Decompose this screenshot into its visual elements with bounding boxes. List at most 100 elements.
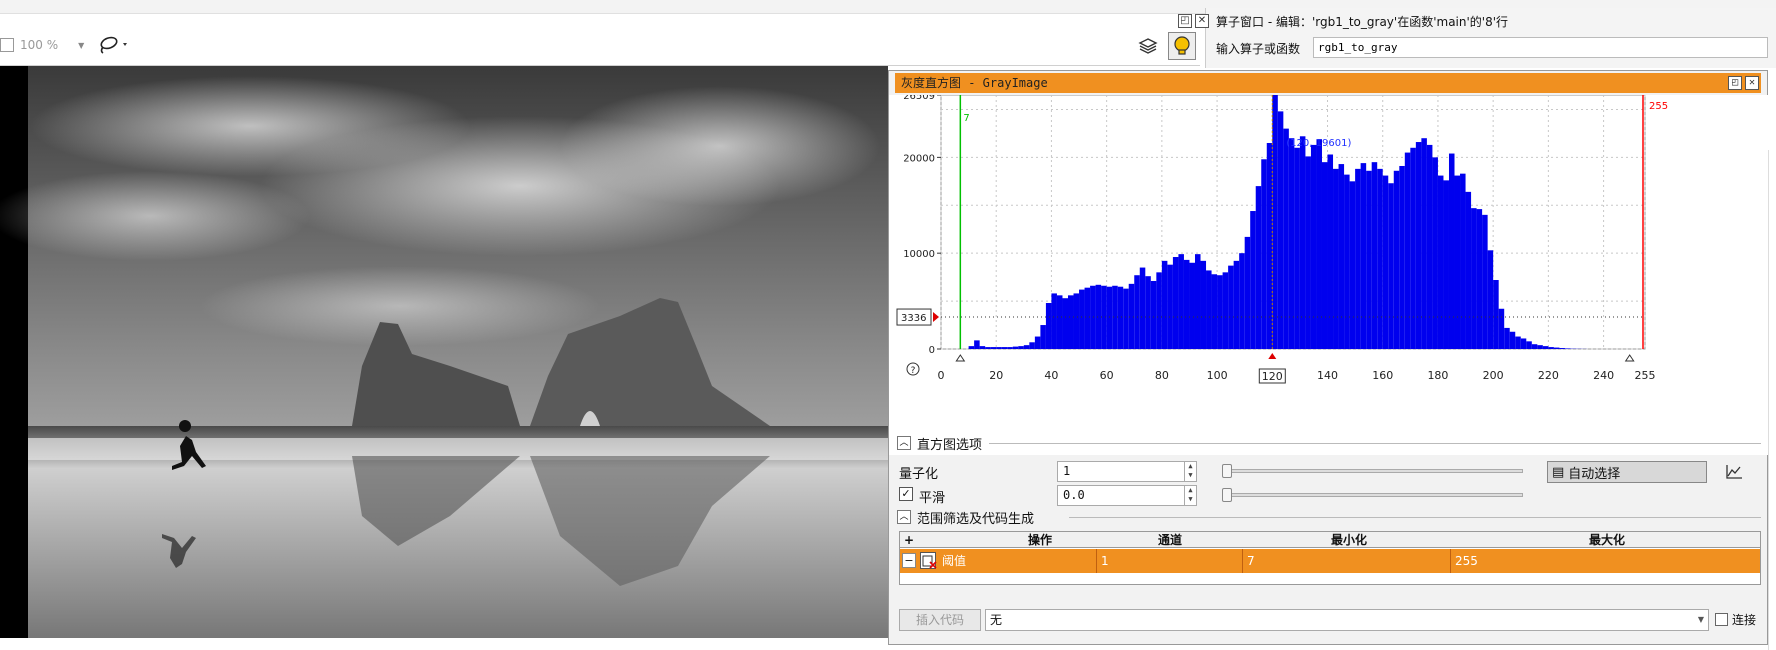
slider-handle[interactable] [1222, 488, 1232, 502]
histogram-bar [1344, 175, 1350, 349]
float-icon[interactable]: ◰ [1178, 14, 1192, 28]
operator-window: 算子窗口 - 编辑：'rgb1_to_gray'在函数'main'的'8'行 输… [1205, 8, 1776, 68]
divider [1069, 517, 1761, 518]
histogram-bar [1383, 176, 1389, 349]
histogram-bar [1272, 95, 1278, 349]
histogram-bar [1107, 287, 1113, 349]
smooth-spinbox[interactable]: 0.0 ▲▼ [1057, 485, 1197, 506]
code-target-combo[interactable]: 无 ▼ [985, 609, 1709, 631]
smooth-label: 平滑 [919, 487, 945, 506]
histogram-bar [1129, 284, 1135, 349]
slider-handle[interactable] [1222, 464, 1232, 478]
section-range-filter[interactable]: ︿ 范围筛选及代码生成 [897, 507, 1034, 527]
y-tick-label: 26509 [903, 95, 935, 102]
histogram-bar [1482, 215, 1488, 349]
section-histogram-options[interactable]: ︿ 直方图选项 [897, 433, 982, 453]
close-icon[interactable]: ✕ [1195, 14, 1209, 28]
histogram-bar [1339, 164, 1345, 349]
layers-icon[interactable] [1136, 34, 1160, 58]
smooth-slider[interactable] [1223, 493, 1523, 497]
histogram-bar [1305, 156, 1311, 349]
histogram-bar [974, 340, 980, 349]
spin-arrows-icon[interactable]: ▲▼ [1184, 462, 1196, 481]
float-icon[interactable]: ◰ [1728, 76, 1742, 90]
histogram-bar [1201, 261, 1207, 349]
histogram-title: 灰度直方图 - GrayImage [901, 76, 1048, 90]
range-table[interactable]: + 操作 通道 最小化 最大化 − 阈值 1 7 255 [899, 531, 1761, 585]
max-threshold-label: 255 [1649, 101, 1668, 112]
table-row[interactable]: − 阈值 1 7 255 [900, 549, 1760, 573]
histogram-bar [1046, 303, 1052, 349]
insert-code-button[interactable]: 插入代码 [899, 609, 981, 631]
h-marker-arrow-icon[interactable] [933, 312, 939, 322]
collapse-icon[interactable]: ︿ [897, 510, 911, 524]
histogram-bar [1543, 346, 1549, 349]
cell-operation[interactable]: 阈值 [938, 549, 1096, 573]
histogram-bar [1140, 268, 1146, 349]
x-tick-label: 160 [1372, 369, 1393, 382]
quantize-label: 量子化 [899, 463, 938, 482]
zoom-icon [0, 38, 14, 52]
graphics-window-image[interactable] [0, 66, 888, 638]
collapse-icon[interactable]: ︿ [897, 436, 911, 450]
max-slider-icon[interactable] [1626, 355, 1634, 361]
histogram-bar [1134, 275, 1140, 349]
histogram-title-bar: 灰度直方图 - GrayImage ◰ ✕ [895, 73, 1761, 93]
smooth-checkbox[interactable]: ✓ [899, 487, 913, 501]
auto-select-button[interactable]: ▤ 自动选择 [1547, 461, 1707, 483]
histogram-bar [1372, 162, 1378, 349]
histogram-bar [1366, 171, 1372, 349]
histogram-bar [1195, 254, 1201, 349]
min-slider-icon[interactable] [956, 355, 964, 361]
histogram-bar [1035, 337, 1041, 349]
lightbulb-icon[interactable] [1168, 32, 1196, 60]
lasso-icon[interactable] [96, 34, 132, 56]
histogram-bar [1488, 250, 1494, 349]
close-icon[interactable]: ✕ [1745, 76, 1759, 90]
divider [989, 443, 1761, 444]
histogram-bar [1466, 192, 1472, 349]
histogram-bar [1521, 338, 1527, 349]
connect-label: 连接 [1732, 611, 1756, 628]
histogram-bar [1184, 260, 1190, 349]
spin-arrows-icon[interactable]: ▲▼ [1184, 486, 1196, 505]
add-row-button[interactable]: + [900, 532, 918, 548]
connect-checkbox[interactable] [1715, 613, 1728, 626]
x-marker-arrow-icon[interactable] [1268, 353, 1276, 359]
histogram-bar [1405, 153, 1411, 349]
histogram-bar [1449, 154, 1455, 349]
right-edge-panel [1768, 150, 1776, 650]
col-min: 最小化 [1245, 532, 1453, 548]
histogram-bar [1212, 274, 1218, 349]
histogram-bar [1145, 276, 1151, 349]
y-tick-label: 20000 [903, 153, 935, 164]
delete-icon[interactable] [920, 552, 936, 569]
remove-row-button[interactable]: − [902, 553, 916, 568]
histogram-svg[interactable]: 7255(120, 19601)333601000020000265090204… [889, 95, 1769, 455]
histogram-bar [980, 346, 986, 349]
cell-max[interactable]: 255 [1450, 549, 1760, 573]
histogram-bar [1559, 348, 1565, 349]
histogram-bar [1223, 272, 1229, 349]
zoom-control[interactable]: 100 % ▼ [0, 34, 90, 56]
operator-input[interactable] [1313, 37, 1768, 58]
histogram-bar [1189, 263, 1195, 349]
histogram-bar [1443, 180, 1449, 349]
quantize-slider[interactable] [1223, 469, 1523, 473]
h-marker-label: 3336 [901, 313, 926, 324]
histogram-bar [1118, 287, 1124, 349]
histogram-bar [1123, 289, 1129, 349]
x-tick-label: 40 [1044, 369, 1058, 382]
cell-min[interactable]: 7 [1242, 549, 1450, 573]
histogram-bar [1355, 169, 1361, 349]
histogram-bar [1526, 341, 1532, 349]
graph-icon[interactable] [1725, 464, 1743, 480]
cell-channel[interactable]: 1 [1096, 549, 1242, 573]
histogram-bar [1460, 174, 1466, 349]
histogram-bar [1029, 342, 1035, 349]
histogram-chart[interactable]: 7255(120, 19601)333601000020000265090204… [889, 95, 1769, 455]
y-tick-label: 0 [929, 345, 935, 356]
histogram-bar [1283, 129, 1289, 349]
quantize-spinbox[interactable]: 1 ▲▼ [1057, 461, 1197, 482]
smooth-value: 0.0 [1063, 488, 1085, 502]
